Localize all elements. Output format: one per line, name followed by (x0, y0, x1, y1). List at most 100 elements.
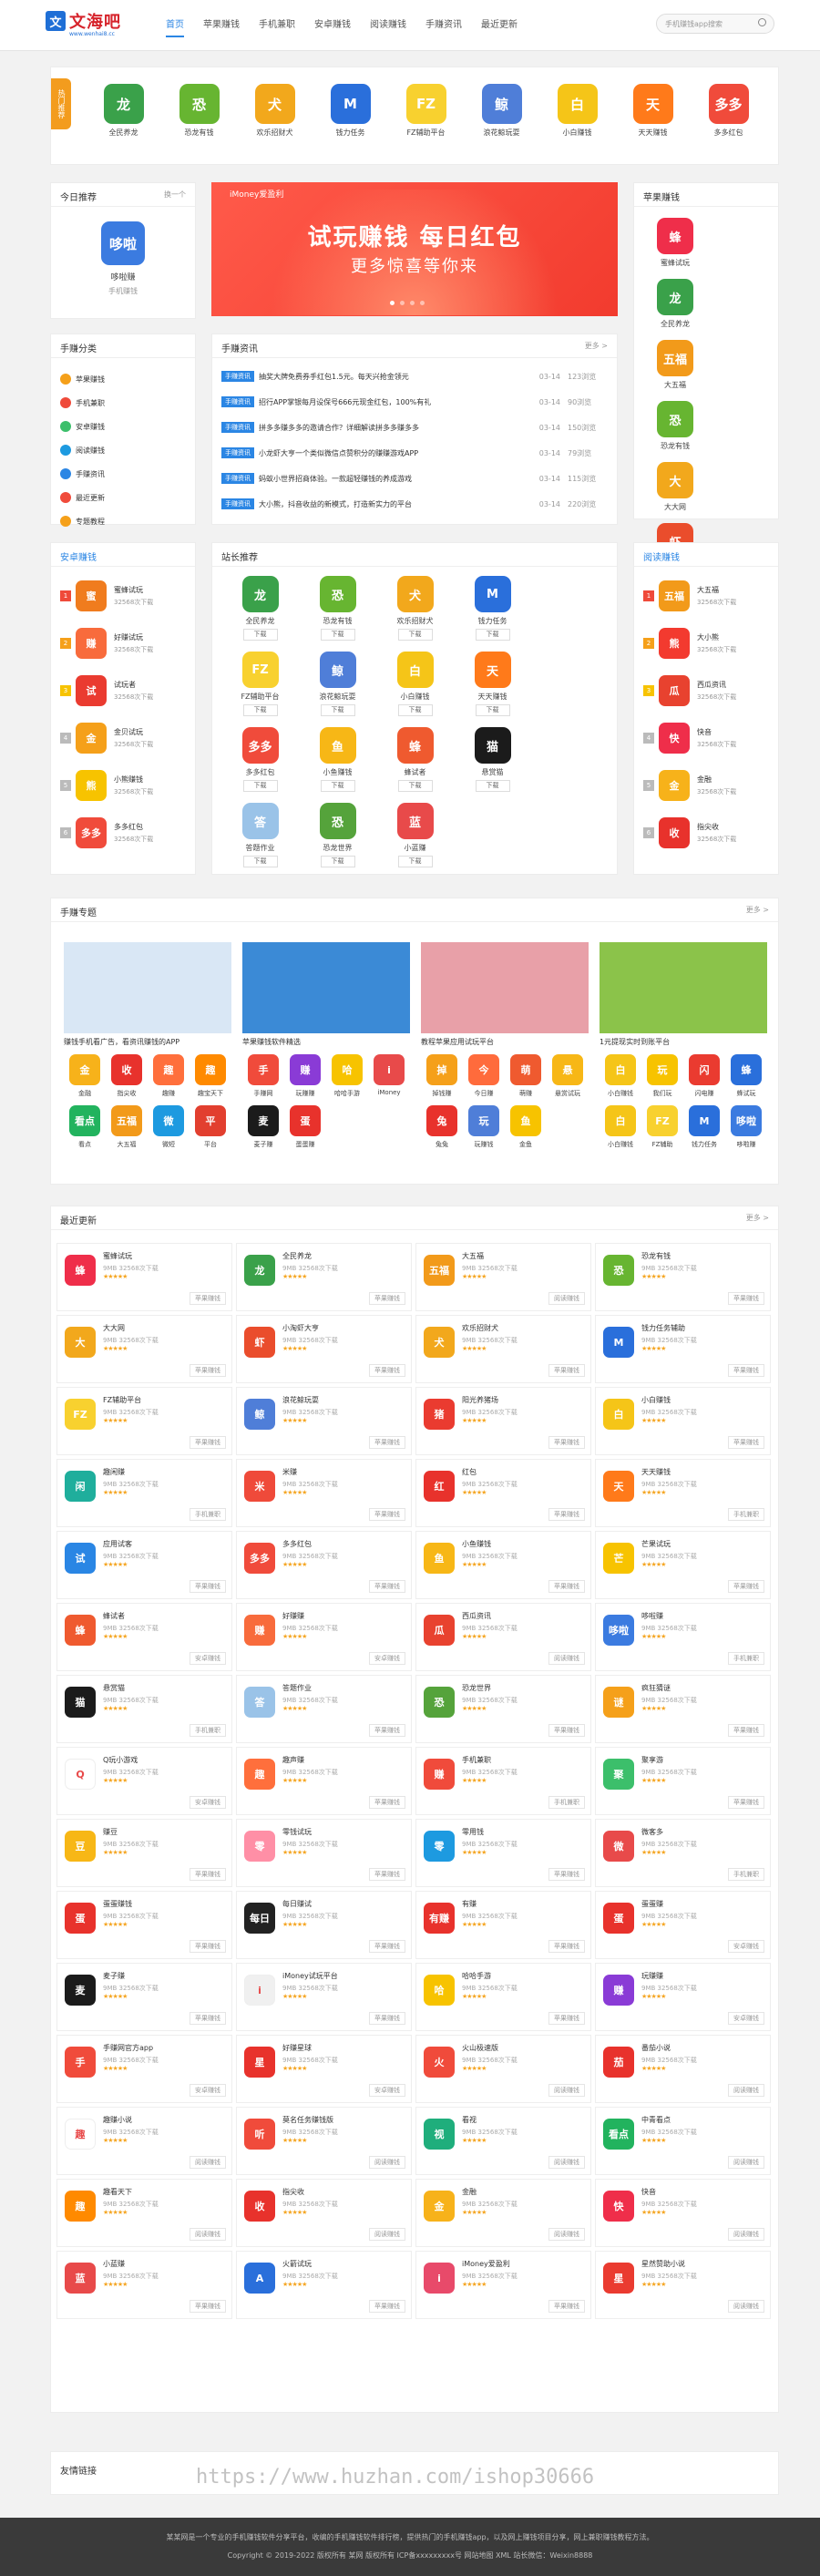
app-name[interactable]: 小白赚钱 (539, 128, 615, 138)
latest-app-card[interactable]: 有赚 有赚 9MB 32568次下载 ★★★★★ 苹果赚钱 (415, 1891, 591, 1959)
app-icon[interactable]: 多多 (708, 84, 749, 124)
app-category-tag[interactable]: 阅读赚钱 (548, 1292, 585, 1305)
topic-image[interactable] (64, 942, 231, 1033)
app-icon[interactable]: 今 (468, 1054, 499, 1085)
app-name[interactable]: 小白赚钱 (600, 1089, 641, 1098)
latest-app-card[interactable]: Q Q玩小游戏 9MB 32568次下载 ★★★★★ 安卓赚钱 (56, 1747, 232, 1815)
news-row[interactable]: 手赚资讯 蚂蚁小世界招商体验。一款超轻赚钱的养成游戏 03-14 115浏览 (212, 466, 617, 491)
latest-app-card[interactable]: 赚好赚赚 9MB 32568次下载 ★★★★★ 安卓赚钱 (236, 1603, 412, 1671)
app-name[interactable]: 全民养龙 (282, 1251, 338, 1261)
app-name[interactable]: 手赚网官方app (103, 2043, 159, 2053)
app-name[interactable]: 指尖收 (106, 1089, 148, 1098)
app-icon[interactable]: 恐 (603, 1255, 634, 1286)
nav-item-1[interactable]: 苹果赚钱 (203, 16, 240, 37)
topic-app[interactable]: i iMoney (368, 1054, 410, 1098)
category-item[interactable]: 手机兼职 (60, 391, 124, 415)
app-name[interactable]: 浪花鲸玩耍 (464, 128, 539, 138)
hot-app[interactable]: 天天天赚钱 (615, 84, 691, 138)
topic-app[interactable]: 收指尖收 (106, 1054, 148, 1098)
app-name[interactable]: 天天赚钱 (454, 692, 531, 702)
app-category-tag[interactable]: 苹果赚钱 (548, 1580, 585, 1593)
app-name[interactable]: 看点 (64, 1140, 106, 1149)
nav-item-3[interactable]: 安卓赚钱 (314, 16, 351, 37)
hot-app[interactable]: 恐恐龙有钱 (161, 84, 237, 138)
app-name[interactable]: 恐龙世界 (462, 1683, 518, 1693)
app-name[interactable]: 欢乐招财犬 (237, 128, 313, 138)
latest-app-card[interactable]: 趣趣声赚 9MB 32568次下载 ★★★★★ 苹果赚钱 (236, 1747, 412, 1815)
app-icon[interactable]: 龙 (241, 576, 279, 612)
app-name[interactable]: 小蓝赚 (376, 843, 454, 853)
app-name[interactable]: 浪花鲸玩耍 (299, 692, 376, 702)
app-icon[interactable]: 答 (241, 803, 279, 839)
app-name[interactable]: 微短 (148, 1140, 190, 1149)
app-name[interactable]: 西瓜资讯 (697, 680, 736, 690)
app-category-tag[interactable]: 阅读赚钱 (190, 2228, 226, 2241)
app-icon[interactable]: 星 (603, 2263, 634, 2294)
app-name[interactable]: 疯狂猜谜 (641, 1683, 697, 1693)
topic-app[interactable]: 金金融 (64, 1054, 106, 1098)
app-name[interactable]: 钱力任务辅助 (641, 1323, 697, 1333)
app-icon[interactable]: 趣 (195, 1054, 226, 1085)
topic-caption[interactable]: 1元提现实时到账平台 (600, 1037, 767, 1047)
download-button[interactable]: 下载 (242, 856, 278, 867)
app-icon[interactable]: 恐 (657, 401, 693, 437)
app-icon[interactable]: 哈 (424, 1975, 455, 2006)
app-name[interactable]: 快音 (641, 2187, 697, 2197)
nav-item-6[interactable]: 最近更新 (481, 16, 518, 37)
latest-app-card[interactable]: 恐恐龙世界 9MB 32568次下载 ★★★★★ 苹果赚钱 (415, 1675, 591, 1743)
app-icon[interactable]: Q (65, 1759, 96, 1790)
app-name[interactable]: 我们玩 (641, 1089, 683, 1098)
app-category-tag[interactable]: 苹果赚钱 (190, 1580, 226, 1593)
app-icon[interactable]: 白 (605, 1054, 636, 1085)
latest-app-card[interactable]: FZ FZ辅助平台 9MB 32568次下载 ★★★★★ 苹果赚钱 (56, 1387, 232, 1455)
latest-app-card[interactable]: 谜疯狂猜谜 9MB 32568次下载 ★★★★★ 苹果赚钱 (595, 1675, 771, 1743)
boss-app[interactable]: 猫悬赏猫 下载 (454, 727, 531, 792)
topic-image[interactable] (421, 942, 589, 1033)
app-name[interactable]: 多多红包 (114, 822, 153, 832)
latest-app-card[interactable]: 米米赚 9MB 32568次下载 ★★★★★ 苹果赚钱 (236, 1459, 412, 1527)
app-icon[interactable]: M (474, 576, 511, 612)
app-category-tag[interactable]: 苹果赚钱 (548, 1724, 585, 1737)
nav-item-5[interactable]: 手赚资讯 (425, 16, 462, 37)
latest-app-card[interactable]: 龙全民养龙 9MB 32568次下载 ★★★★★ 苹果赚钱 (236, 1243, 412, 1311)
app-icon[interactable]: 赚 (290, 1054, 321, 1085)
app-category-tag[interactable]: 苹果赚钱 (190, 1940, 226, 1953)
topic-image[interactable] (242, 942, 410, 1033)
app-name[interactable]: 蜜蜂试玩 (643, 258, 707, 268)
app-icon[interactable]: 红 (424, 1471, 455, 1502)
latest-app-card[interactable]: 瓜西瓜资讯 9MB 32568次下载 ★★★★★ 阅读赚钱 (415, 1603, 591, 1671)
app-icon[interactable]: 金 (659, 770, 690, 801)
app-icon[interactable]: 鲸 (481, 84, 522, 124)
app-name[interactable]: 火箭试玩 (282, 2259, 338, 2269)
news-row[interactable]: 手赚资讯 大小熊，抖音收益的新模式，打造新实力的平台 03-14 220浏览 (212, 491, 617, 517)
app-category-tag[interactable]: 苹果赚钱 (728, 1580, 764, 1593)
app-name[interactable]: 星然赞助小说 (641, 2259, 697, 2269)
latest-app-card[interactable]: 白小白赚钱 9MB 32568次下载 ★★★★★ 苹果赚钱 (595, 1387, 771, 1455)
app-icon[interactable]: 瓜 (659, 675, 690, 706)
app-icon[interactable]: i (374, 1054, 405, 1085)
app-name[interactable]: 中青看点 (641, 2115, 697, 2125)
latest-app-card[interactable]: 视看视 9MB 32568次下载 ★★★★★ 阅读赚钱 (415, 2107, 591, 2175)
rank-row[interactable]: 6 收指尖收 32568次下载 (634, 809, 778, 857)
app-icon[interactable]: 蛋 (603, 1903, 634, 1934)
app-name[interactable]: 蛋蛋赚 (641, 1899, 697, 1909)
latest-app-card[interactable]: 微微客多 9MB 32568次下载 ★★★★★ 手机兼职 (595, 1819, 771, 1887)
app-name[interactable]: 手机兼职 (462, 1755, 518, 1765)
app-category-tag[interactable]: 阅读赚钱 (728, 2300, 764, 2313)
app-category-tag[interactable]: 苹果赚钱 (369, 2012, 405, 2025)
app-category-tag[interactable]: 苹果赚钱 (190, 1436, 226, 1449)
promo-banner[interactable]: iMoney爱盈利 试玩赚钱 每日红包 更多惊喜等你来 (211, 182, 618, 316)
app-icon[interactable]: 蓝 (396, 803, 434, 839)
app-icon[interactable]: 微 (603, 1831, 634, 1862)
latest-app-card[interactable]: 零零用钱 9MB 32568次下载 ★★★★★ 苹果赚钱 (415, 1819, 591, 1887)
app-name[interactable]: 零用钱 (462, 1827, 518, 1837)
rank-row[interactable]: 3 试试玩者 32568次下载 (51, 667, 195, 714)
app-icon[interactable]: 趣 (244, 1759, 275, 1790)
download-button[interactable]: 下载 (242, 629, 278, 641)
app-icon[interactable]: 金 (424, 2191, 455, 2222)
app-icon[interactable]: 金 (69, 1054, 100, 1085)
app-icon[interactable]: 白 (557, 84, 598, 124)
app-name[interactable]: 答题作业 (282, 1683, 338, 1693)
app-name[interactable]: 赚豆 (103, 1827, 159, 1837)
app-name[interactable]: 趣声赚 (282, 1755, 338, 1765)
